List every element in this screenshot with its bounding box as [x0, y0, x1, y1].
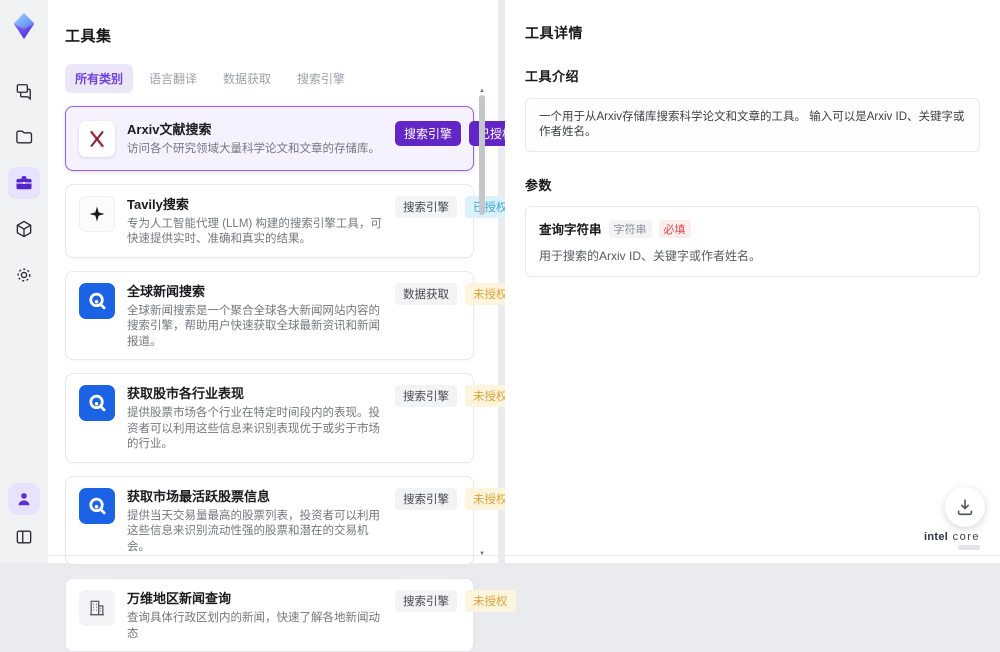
list-scrollbar[interactable]: ▲ ▼ — [478, 88, 486, 557]
param-type-badge: 字符串 — [608, 219, 652, 238]
tool-tag: 数据获取 — [395, 282, 457, 305]
sidebar-item-collapse-panel[interactable] — [8, 521, 40, 553]
scrollbar-thumb[interactable] — [479, 95, 485, 215]
category-tab-3[interactable]: 搜索引擎 — [287, 64, 355, 93]
toolbox-icon — [16, 176, 32, 190]
tool-text: 获取市场最活跃股票信息 提供当天交易量最高的股票列表，投资者可以利用这些信息来识… — [127, 486, 383, 556]
tavily-icon — [79, 195, 115, 232]
scroll-up-arrow[interactable]: ▲ — [479, 88, 485, 94]
scroll-down-arrow[interactable]: ▼ — [479, 551, 485, 557]
tool-text: 全球新闻搜索 全球新闻搜索是一个聚合全球各大新闻网站内容的搜索引擎，帮助用户快速… — [127, 281, 383, 351]
tool-tag: 未授权 — [465, 590, 516, 612]
core-wordmark: core — [952, 531, 980, 543]
sidebar-bottom — [8, 483, 40, 553]
sidebar-nav — [8, 75, 40, 291]
tool-tags: 搜索引擎 已授权 — [395, 119, 524, 146]
params-heading: 参数 — [525, 178, 553, 193]
tool-card[interactable]: 获取市场最活跃股票信息 提供当天交易量最高的股票列表，投资者可以利用这些信息来识… — [65, 475, 516, 565]
tool-card[interactable]: Tavily搜索 专为人工智能代理 (LLM) 构建的搜索引擎工具，可快速提供实… — [65, 183, 516, 258]
tool-desc: 全球新闻搜索是一个聚合全球各大新闻网站内容的搜索引擎，帮助用户快速获取全球最新资… — [127, 304, 380, 348]
tool-details-panel: 工具详情 工具介绍 一个用于从Arxiv存储库搜索科学论文和文章的工具。 输入可… — [505, 0, 1000, 563]
tool-name: 获取市场最活跃股票信息 — [127, 488, 271, 504]
tool-name: Tavily搜索 — [127, 196, 189, 212]
tool-text: 获取股市各行业表现 提供股票市场各个行业在特定时间段内的表现。投资者可以利用这些… — [127, 383, 383, 453]
tools-panel: 工具集 所有类别 语言翻译 数据获取 搜索引擎 Arxiv文献搜索 访问各个研究领域大… — [48, 0, 524, 652]
tool-text: Tavily搜索 专为人工智能代理 (LLM) 构建的搜索引擎工具，可快速提供实… — [127, 194, 383, 248]
sidebar-item-models[interactable] — [8, 213, 40, 245]
tool-tag: 搜索引擎 — [395, 385, 457, 407]
tool-tag[interactable]: 搜索引擎 — [395, 121, 462, 146]
download-button[interactable] — [945, 487, 985, 527]
page-title: 工具集 — [65, 28, 112, 45]
arxiv-icon — [79, 121, 115, 157]
intel-core-logo: intel core — [924, 530, 980, 550]
cube-icon — [16, 220, 32, 238]
category-tabs: 所有类别 语言翻译 数据获取 搜索引擎 — [65, 64, 474, 93]
sidebar-item-account[interactable] — [8, 483, 40, 515]
tool-tags: 搜索引擎 已授权 — [395, 194, 516, 218]
bottom-divider — [48, 555, 1000, 556]
tool-list: Arxiv文献搜索 访问各个研究领域大量科学论文和文章的存储库。 搜索引擎 已授权… — [65, 106, 524, 652]
tool-desc: 专为人工智能代理 (LLM) 构建的搜索引擎工具，可快速提供实时、准确和真实的结… — [127, 217, 382, 246]
category-tab-2[interactable]: 数据获取 — [213, 64, 281, 93]
param-box: 查询字符串 字符串 必填 用于搜索的Arxiv ID、关键字或作者姓名。 — [525, 206, 980, 277]
tool-text: 万维地区新闻查询 查询具体行政区划内的新闻，快速了解各地新闻动态 — [127, 588, 383, 642]
param-head: 查询字符串 字符串 必填 — [539, 219, 966, 238]
tool-desc: 访问各个研究领域大量科学论文和文章的存储库。 — [127, 143, 380, 155]
intro-box: 一个用于从Arxiv存储库搜索科学论文和文章的工具。 输入可以是Arxiv ID… — [525, 98, 980, 152]
tool-desc: 查询具体行政区划内的新闻，快速了解各地新闻动态 — [127, 612, 380, 640]
chat-icon — [16, 84, 31, 101]
tool-desc: 提供当天交易量最高的股票列表，投资者可以利用这些信息来识别流动性强的股票和潜在的… — [127, 509, 380, 553]
sidebar-item-settings[interactable] — [8, 259, 40, 291]
download-icon — [957, 499, 973, 516]
app-logo[interactable] — [7, 9, 41, 43]
sidebar — [0, 0, 48, 563]
tool-name: 获取股市各行业表现 — [127, 386, 245, 401]
category-tab-1[interactable]: 语言翻译 — [139, 64, 207, 93]
tool-tag: 搜索引擎 — [395, 590, 457, 612]
building-icon — [79, 590, 115, 626]
tool-tags: 搜索引擎 未授权 — [395, 383, 516, 407]
logo-gem-icon — [13, 12, 35, 40]
tool-card[interactable]: 获取股市各行业表现 提供股票市场各个行业在特定时间段内的表现。投资者可以利用这些… — [65, 373, 516, 463]
tool-text: Arxiv文献搜索 访问各个研究领域大量科学论文和文章的存储库。 — [127, 119, 383, 158]
tool-name: Arxiv文献搜索 — [127, 122, 212, 137]
category-tab-0[interactable]: 所有类别 — [65, 64, 134, 93]
folder-icon — [16, 130, 33, 144]
user-icon — [18, 493, 30, 506]
tool-tags: 搜索引擎 未授权 — [395, 588, 516, 612]
tool-desc: 提供股票市场各个行业在特定时间段内的表现。投资者可以利用这些信息来识别表现优于或… — [127, 407, 380, 450]
tool-card[interactable]: 万维地区新闻查询 查询具体行政区划内的新闻，快速了解各地新闻动态 搜索引擎 未授权 — [65, 578, 516, 652]
blue-search-icon — [79, 487, 115, 524]
details-title: 工具详情 — [525, 25, 583, 41]
param-required-badge: 必填 — [658, 219, 691, 238]
tool-card[interactable]: Arxiv文献搜索 访问各个研究领域大量科学论文和文章的存储库。 搜索引擎 已授权 — [65, 106, 524, 171]
tool-tag: 搜索引擎 — [395, 195, 457, 218]
panel-layout-icon — [16, 530, 32, 544]
intro-heading: 工具介绍 — [525, 69, 580, 84]
tool-name: 全球新闻搜索 — [127, 283, 206, 299]
sidebar-item-chat[interactable] — [8, 75, 40, 107]
blue-search-icon — [79, 385, 115, 421]
intel-ultra-badge — [958, 545, 980, 550]
tool-tag: 搜索引擎 — [395, 487, 457, 510]
param-desc: 用于搜索的Arxiv ID、关键字或作者姓名。 — [539, 249, 762, 263]
sidebar-item-files[interactable] — [8, 121, 40, 153]
blue-search-icon — [79, 282, 115, 319]
sidebar-item-tools[interactable] — [8, 167, 40, 199]
gear-icon — [17, 268, 31, 282]
intel-wordmark: intel — [924, 531, 949, 543]
tool-card[interactable]: 全球新闻搜索 全球新闻搜索是一个聚合全球各大新闻网站内容的搜索引擎，帮助用户快速… — [65, 270, 516, 360]
tool-tags: 数据获取 未授权 — [395, 281, 516, 305]
param-name: 查询字符串 — [539, 223, 602, 237]
tool-tags: 搜索引擎 未授权 — [395, 486, 516, 510]
tool-name: 万维地区新闻查询 — [127, 591, 232, 606]
